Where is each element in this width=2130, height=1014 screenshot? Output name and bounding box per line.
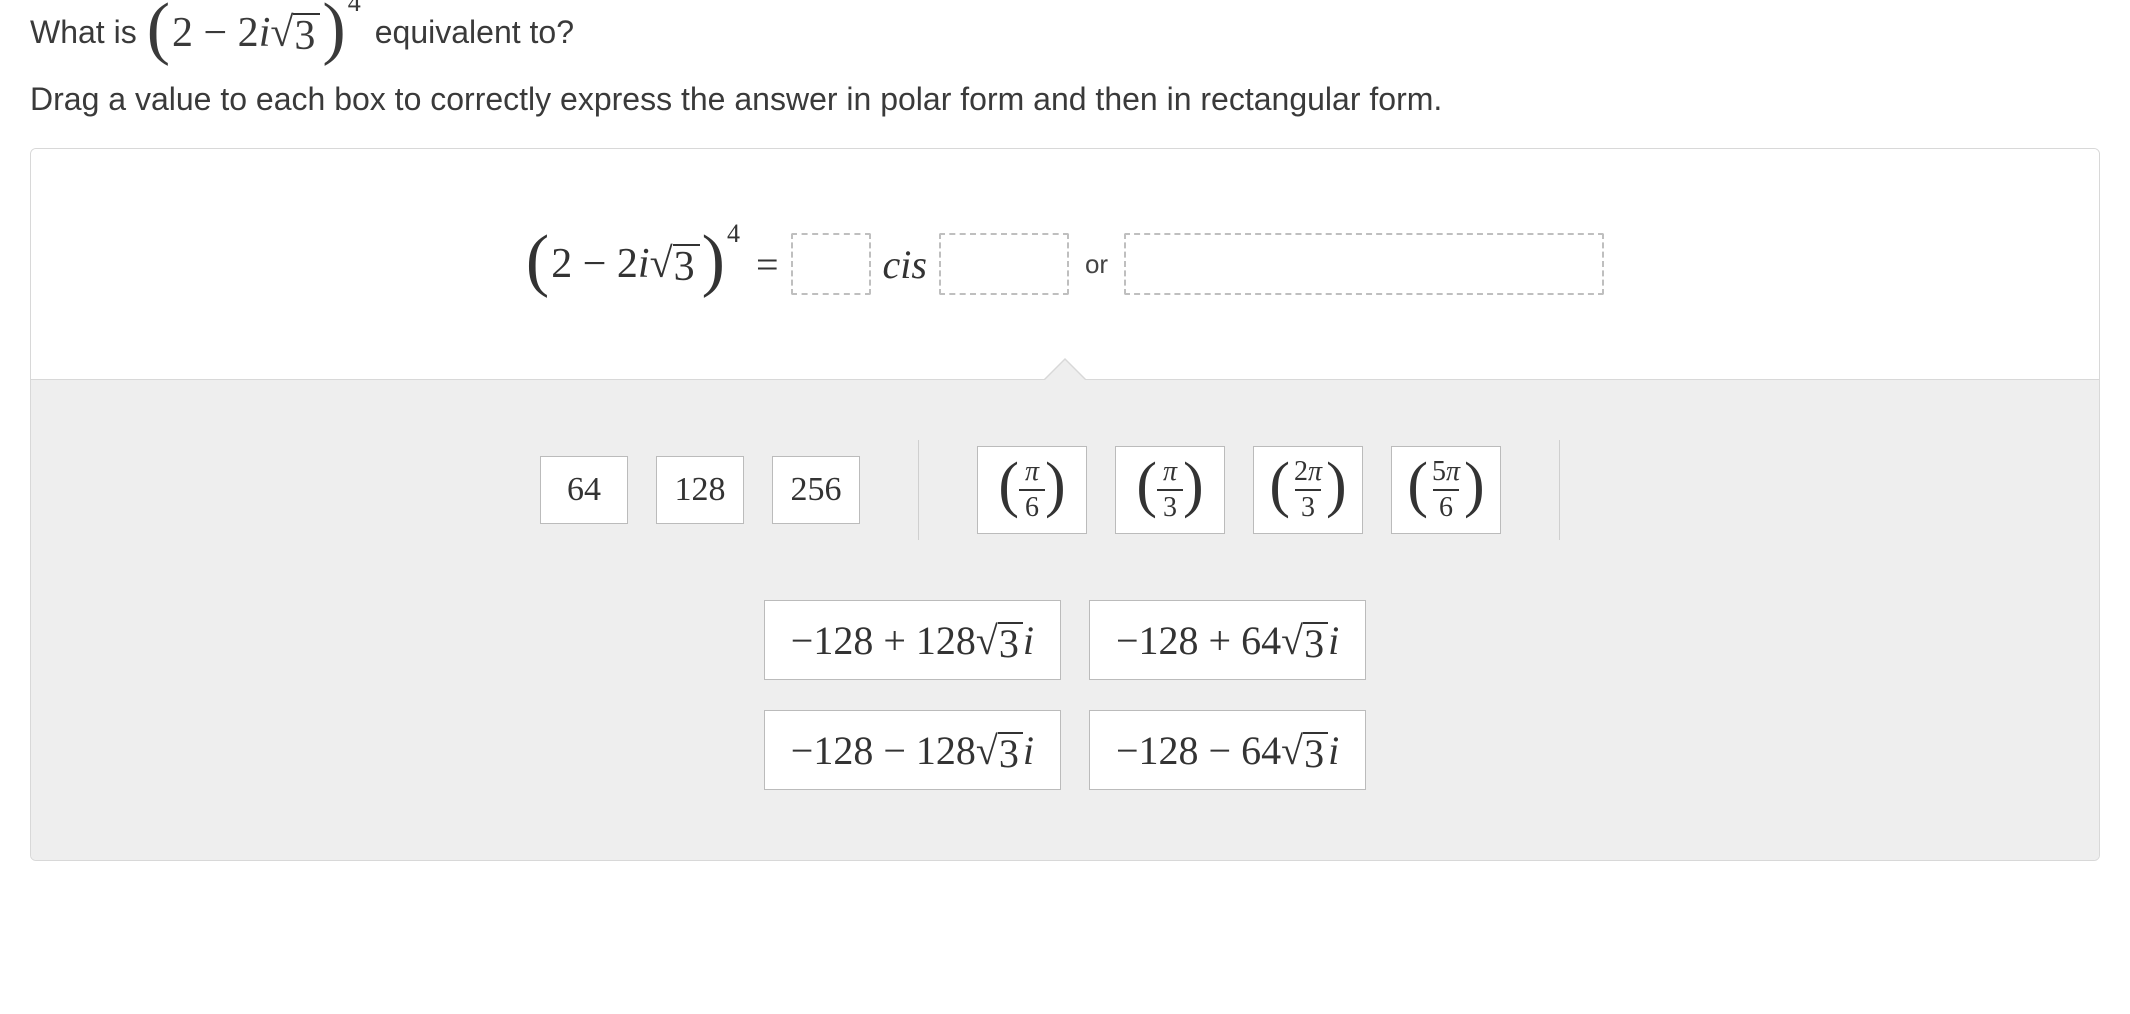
rect-row-2: −128 − 128√3i −128 − 64√3i — [71, 710, 2059, 790]
equation-area: ( 2 − 2i√3 ) 4 = cis or — [31, 149, 2099, 379]
workspace-panel: ( 2 − 2i√3 ) 4 = cis or 64 128 — [30, 148, 2100, 861]
question-prefix: What is — [30, 14, 137, 51]
question-suffix: equivalent to? — [375, 14, 574, 51]
tile-rect-4[interactable]: −128 − 64√3i — [1089, 710, 1366, 790]
drop-target-angle[interactable] — [939, 233, 1069, 295]
question-instruction: Drag a value to each box to correctly ex… — [30, 81, 2100, 118]
tile-rect-2[interactable]: −128 + 64√3i — [1089, 600, 1366, 680]
tile-rect-3[interactable]: −128 − 128√3i — [764, 710, 1061, 790]
question-expression: ( 2 − 2i√3 ) 4 — [147, 8, 365, 57]
cis-label: cis — [883, 241, 927, 288]
equals-sign: = — [756, 241, 779, 288]
drop-target-modulus[interactable] — [791, 233, 871, 295]
notch-icon — [1045, 360, 1085, 380]
question-block: What is ( 2 − 2i√3 ) 4 equivalent to? Dr… — [30, 8, 2100, 118]
tile-fraction-pi-6[interactable]: ( π6 ) — [977, 446, 1087, 534]
rectangular-tile-group: −128 + 128√3i −128 + 64√3i −128 − 128√3i… — [71, 600, 2059, 790]
tile-number-64[interactable]: 64 — [540, 456, 628, 524]
question-line-1: What is ( 2 − 2i√3 ) 4 equivalent to? — [30, 8, 2100, 57]
equation-row: ( 2 − 2i√3 ) 4 = cis or — [526, 233, 1604, 295]
tile-number-256[interactable]: 256 — [772, 456, 860, 524]
tile-rect-1[interactable]: −128 + 128√3i — [764, 600, 1061, 680]
tile-number-128[interactable]: 128 — [656, 456, 744, 524]
vertical-separator-2 — [1559, 440, 1560, 540]
vertical-separator — [918, 440, 919, 540]
tile-fraction-2pi-3[interactable]: ( 2π3 ) — [1253, 446, 1363, 534]
drop-target-rectangular[interactable] — [1124, 233, 1604, 295]
equation-expression: ( 2 − 2i√3 ) 4 — [526, 240, 744, 289]
rect-row-1: −128 + 128√3i −128 + 64√3i — [71, 600, 2059, 680]
or-label: or — [1085, 249, 1108, 280]
tile-fraction-pi-3[interactable]: ( π3 ) — [1115, 446, 1225, 534]
tile-row-top: 64 128 256 ( π6 ) ( π3 ) ( 2π3 ) — [71, 440, 2059, 540]
tile-fraction-5pi-6[interactable]: ( 5π6 ) — [1391, 446, 1501, 534]
tiles-area: 64 128 256 ( π6 ) ( π3 ) ( 2π3 ) — [31, 379, 2099, 860]
